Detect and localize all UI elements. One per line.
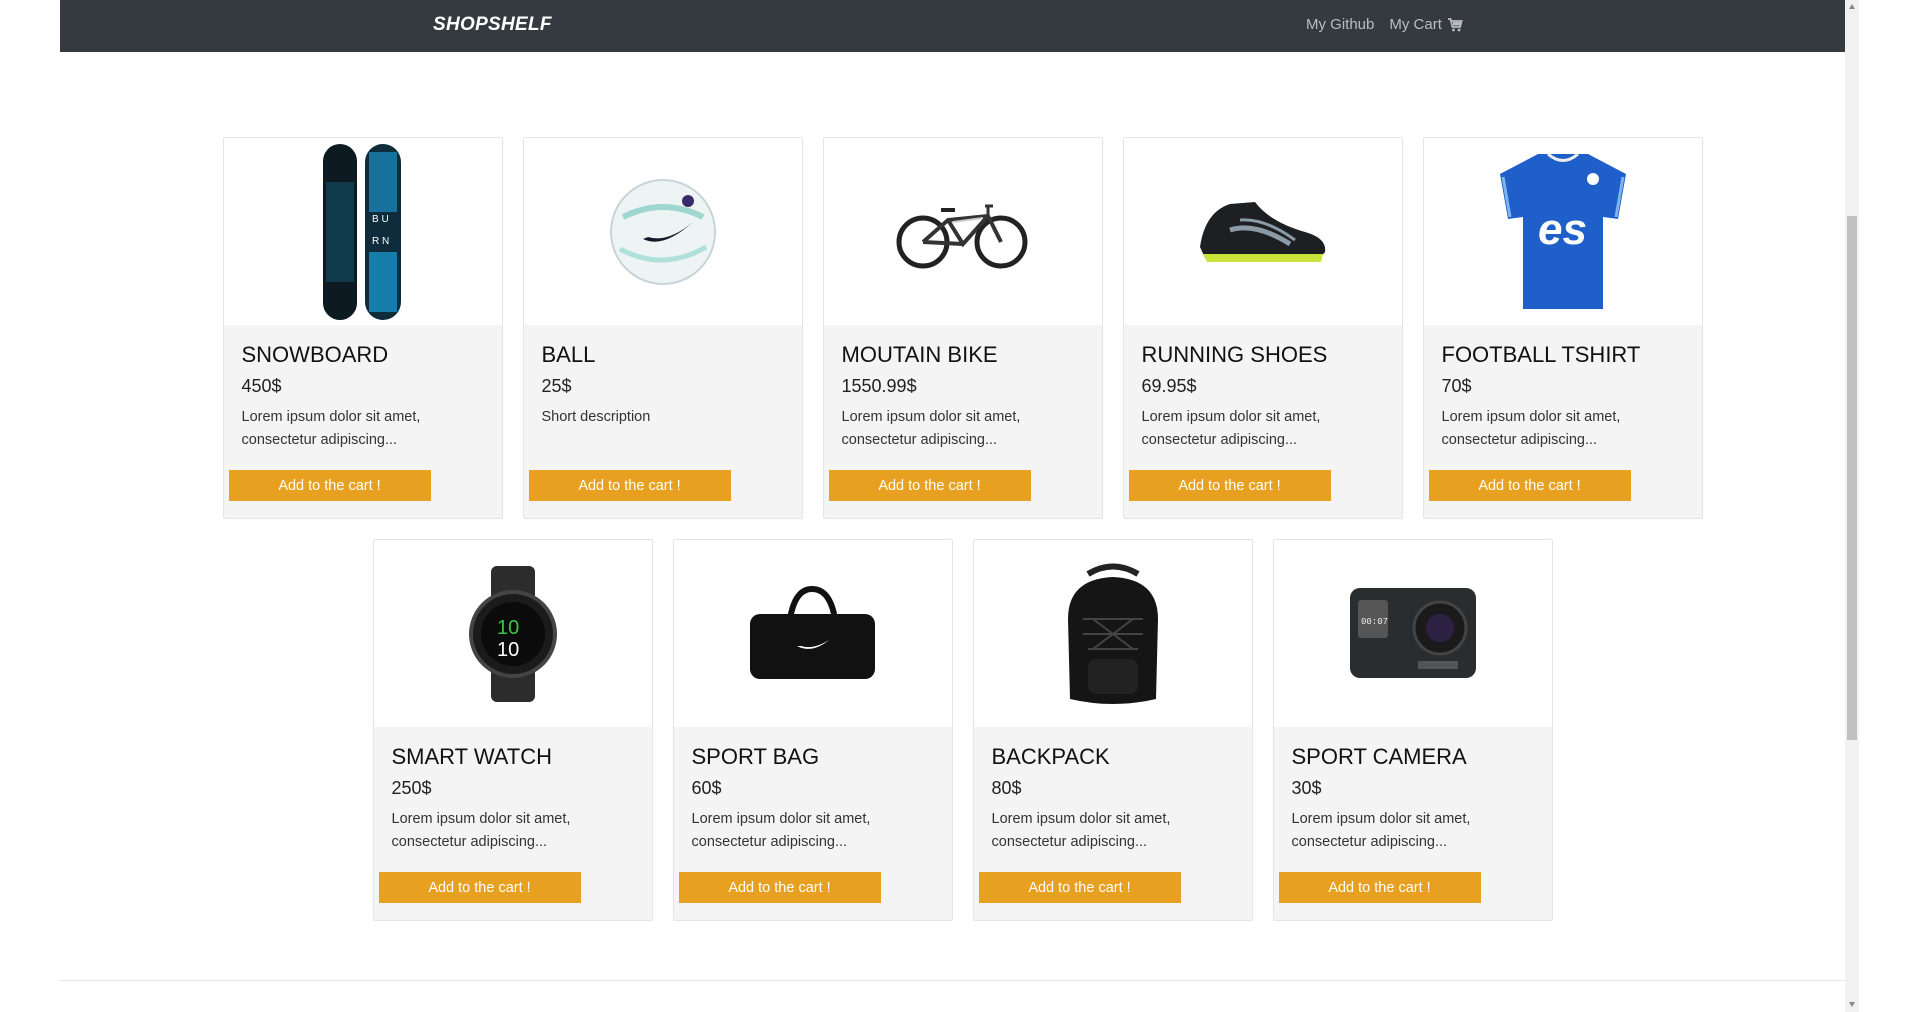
product-name: RUNNING SHOES [1141, 342, 1328, 367]
product-description: Lorem ipsum dolor sit amet, consectetur … [241, 409, 421, 448]
product-description: Lorem ipsum dolor sit amet, consectetur … [1291, 811, 1471, 850]
brand-logo[interactable]: SHOPSHELF [433, 14, 552, 36]
product-card: MOUTAIN BIKE 1550.99$ Lorem ipsum dolor … [822, 137, 1103, 519]
product-card: BALL 25$ Short description Add to the ca… [522, 137, 803, 519]
product-name: SPORT CAMERA [1291, 744, 1467, 769]
product-description: Lorem ipsum dolor sit amet, consectetur … [691, 811, 871, 850]
svg-text:00:07: 00:07 [1361, 617, 1388, 627]
snowboard-image[interactable]: B U R N [223, 138, 502, 325]
ball-image[interactable] [523, 138, 802, 325]
product-price: 69.95$ [1141, 376, 1197, 396]
product-card: es FOOTBALL TSHIRT 70$ Lorem ipsum dolor… [1422, 137, 1703, 519]
product-price: 1550.99$ [841, 376, 917, 396]
scroll-down-arrow-icon[interactable] [1848, 1000, 1856, 1008]
footer-divider [60, 980, 1845, 981]
product-description: Lorem ipsum dolor sit amet, consectetur … [391, 811, 571, 850]
svg-text:B U: B U [372, 214, 389, 225]
page: SHOPSHELF My Github My Cart B U R N SNOW… [60, 0, 1845, 1012]
product-description: Lorem ipsum dolor sit amet, consectetur … [1141, 409, 1321, 448]
product-description: Lorem ipsum dolor sit amet, consectetur … [841, 409, 1021, 448]
cart-link-label: My Cart [1389, 16, 1442, 33]
product-price: 30$ [1291, 778, 1322, 798]
add-to-cart-button[interactable]: Add to the cart ! [978, 872, 1181, 903]
product-grid: B U R N SNOWBOARD 450$ Lorem ipsum dolor… [221, 137, 1704, 941]
product-price: 25$ [541, 376, 572, 396]
product-name: FOOTBALL TSHIRT [1441, 342, 1641, 367]
product-price: 60$ [691, 778, 722, 798]
product-name: SMART WATCH [391, 744, 553, 769]
product-name: SPORT BAG [691, 744, 820, 769]
product-card: SPORT BAG 60$ Lorem ipsum dolor sit amet… [672, 539, 953, 921]
vertical-scrollbar[interactable] [1845, 0, 1859, 1012]
add-to-cart-button[interactable]: Add to the cart ! [378, 872, 581, 903]
add-to-cart-button[interactable]: Add to the cart ! [678, 872, 881, 903]
shopping-cart-icon [1447, 17, 1463, 33]
scroll-up-arrow-icon[interactable] [1848, 3, 1856, 11]
camera-image[interactable]: 00:07 [1273, 540, 1552, 727]
scrollbar-thumb[interactable] [1847, 216, 1857, 740]
product-price: 450$ [241, 376, 282, 396]
bag-image[interactable] [673, 540, 952, 727]
product-row: 10 10 SMART WATCH 250$ Lorem ipsum dolor… [221, 539, 1704, 921]
bike-image[interactable] [823, 138, 1102, 325]
nav-links: My Github My Cart [1306, 16, 1478, 33]
product-price: 80$ [991, 778, 1022, 798]
add-to-cart-button[interactable]: Add to the cart ! [1128, 470, 1331, 501]
product-description: Short description [541, 409, 651, 425]
navbar: SHOPSHELF My Github My Cart [60, 0, 1845, 52]
github-link[interactable]: My Github [1306, 16, 1374, 33]
product-card: RUNNING SHOES 69.95$ Lorem ipsum dolor s… [1122, 137, 1403, 519]
svg-text:R N: R N [372, 236, 389, 247]
svg-text:10: 10 [497, 639, 519, 661]
product-description: Lorem ipsum dolor sit amet, consectetur … [1441, 409, 1621, 448]
backpack-image[interactable] [973, 540, 1252, 727]
product-price: 250$ [391, 778, 432, 798]
svg-text:10: 10 [497, 617, 519, 639]
product-name: BALL [541, 342, 596, 367]
add-to-cart-button[interactable]: Add to the cart ! [828, 470, 1031, 501]
add-to-cart-button[interactable]: Add to the cart ! [528, 470, 731, 501]
product-card: B U R N SNOWBOARD 450$ Lorem ipsum dolor… [222, 137, 503, 519]
product-price: 70$ [1441, 376, 1472, 396]
svg-text:es: es [1538, 205, 1587, 254]
add-to-cart-button[interactable]: Add to the cart ! [1428, 470, 1631, 501]
product-card: BACKPACK 80$ Lorem ipsum dolor sit amet,… [972, 539, 1253, 921]
shoes-image[interactable] [1123, 138, 1402, 325]
add-to-cart-button[interactable]: Add to the cart ! [228, 470, 431, 501]
product-name: SNOWBOARD [241, 342, 389, 367]
product-row: B U R N SNOWBOARD 450$ Lorem ipsum dolor… [221, 137, 1704, 519]
watch-image[interactable]: 10 10 [373, 540, 652, 727]
product-name: MOUTAIN BIKE [841, 342, 998, 367]
product-description: Lorem ipsum dolor sit amet, consectetur … [991, 811, 1171, 850]
add-to-cart-button[interactable]: Add to the cart ! [1278, 872, 1481, 903]
tshirt-image[interactable]: es [1423, 138, 1702, 325]
product-card: 00:07 SPORT CAMERA 30$ Lorem ipsum dolor… [1272, 539, 1553, 921]
cart-link[interactable]: My Cart [1389, 16, 1463, 33]
product-name: BACKPACK [991, 744, 1110, 769]
product-card: 10 10 SMART WATCH 250$ Lorem ipsum dolor… [372, 539, 653, 921]
